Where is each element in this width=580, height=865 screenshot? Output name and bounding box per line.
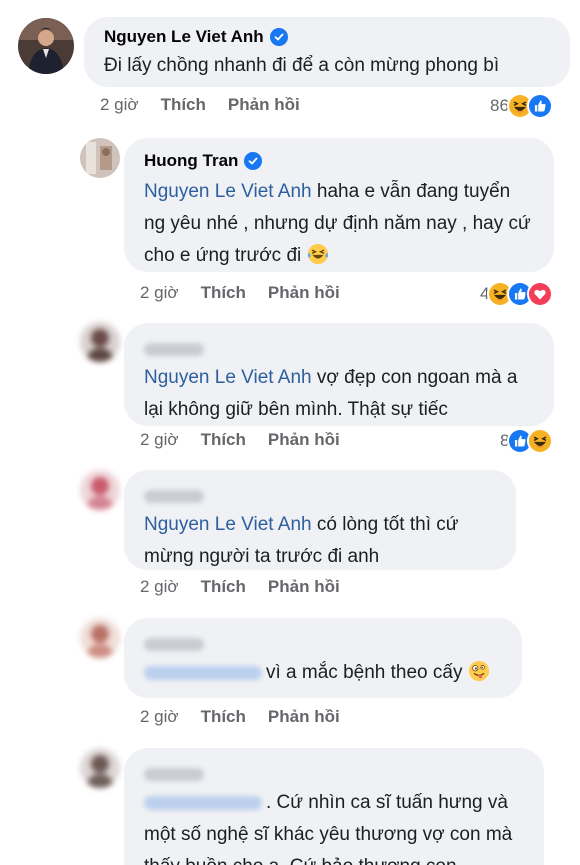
avatar[interactable]	[80, 138, 120, 178]
reply-button[interactable]: Phản hồi	[268, 577, 340, 597]
comment-text: . Cứ nhìn ca sĩ tuấn hưng và một số nghệ…	[144, 787, 524, 865]
like-icon	[526, 93, 553, 119]
author-name[interactable]: Nguyen Le Viet Anh	[104, 26, 264, 48]
haha-icon	[527, 428, 554, 454]
comment-text: Đi lấy chồng nhanh đi để a còn mừng phon…	[104, 55, 500, 76]
comment-text: Nguyen Le Viet Anh vợ đẹp con ngoan mà a…	[144, 362, 534, 426]
redacted-author-name	[144, 768, 204, 781]
comment-actions: 2 giờ Thích Phản hồi	[100, 95, 300, 115]
comment-actions: 2 giờ Thích Phản hồi	[140, 283, 340, 303]
avatar[interactable]	[80, 470, 120, 510]
comment-time[interactable]: 2 giờ	[140, 430, 179, 450]
redacted-mention	[144, 665, 262, 680]
comment-bubble: . Cứ nhìn ca sĩ tuấn hưng và một số nghệ…	[124, 748, 544, 865]
reaction-summary[interactable]: 4	[480, 281, 554, 307]
comment-time[interactable]: 2 giờ	[100, 95, 139, 115]
verified-badge-icon	[269, 28, 288, 46]
avatar[interactable]	[18, 18, 74, 74]
avatar[interactable]	[80, 322, 120, 362]
reaction-summary[interactable]: 86	[490, 93, 553, 119]
comment-actions: 2 giờ Thích Phản hồi	[140, 430, 340, 450]
zany-face-emoji	[468, 660, 490, 682]
comment-bubble: Nguyen Le Viet Anh có lòng tốt thì cứ mừ…	[124, 470, 516, 570]
redacted-author-name	[144, 343, 204, 356]
redacted-author-name	[144, 638, 204, 651]
comment-actions: 2 giờ Thích Phản hồi	[140, 707, 340, 727]
love-icon	[527, 281, 554, 307]
comment-author[interactable]: Huong Tran	[144, 150, 534, 172]
like-button[interactable]: Thích	[201, 430, 246, 450]
reply-button[interactable]: Phản hồi	[268, 283, 340, 303]
comment-bubble: Nguyen Le Viet Anh Đi lấy chồng nhanh đi…	[84, 17, 570, 87]
comment-actions: 2 giờ Thích Phản hồi	[140, 577, 340, 597]
like-button[interactable]: Thích	[201, 283, 246, 303]
comment-time[interactable]: 2 giờ	[140, 577, 179, 597]
reply-button[interactable]: Phản hồi	[268, 430, 340, 450]
comment-body: vì a mắc bệnh theo cấy	[266, 662, 463, 683]
mention-link[interactable]: Nguyen Le Viet Anh	[144, 181, 312, 202]
reply-button[interactable]: Phản hồi	[228, 95, 300, 115]
like-button[interactable]: Thích	[161, 95, 206, 115]
redacted-author-name	[144, 490, 204, 503]
verified-badge-icon	[244, 152, 263, 170]
comment-text: Nguyen Le Viet Anh haha e vẫn đang tuyển…	[144, 176, 534, 272]
reaction-summary[interactable]: 8	[500, 428, 554, 454]
comment-time[interactable]: 2 giờ	[140, 283, 179, 303]
comment-bubble: Huong Tran Nguyen Le Viet Anh haha e vẫn…	[124, 138, 554, 272]
redacted-mention	[144, 795, 262, 810]
mention-link[interactable]: Nguyen Le Viet Anh	[144, 367, 312, 388]
comment-time[interactable]: 2 giờ	[140, 707, 179, 727]
comment-author[interactable]: Nguyen Le Viet Anh	[104, 26, 550, 48]
comment-thread: Nguyen Le Viet Anh Đi lấy chồng nhanh đi…	[0, 0, 580, 865]
like-button[interactable]: Thích	[201, 577, 246, 597]
mention-link[interactable]: Nguyen Le Viet Anh	[144, 514, 312, 535]
comment-bubble: Nguyen Le Viet Anh vợ đẹp con ngoan mà a…	[124, 323, 554, 426]
author-name[interactable]: Huong Tran	[144, 150, 238, 172]
avatar[interactable]	[80, 748, 120, 788]
comment-text: vì a mắc bệnh theo cấy	[144, 657, 502, 689]
like-button[interactable]: Thích	[201, 707, 246, 727]
avatar[interactable]	[80, 618, 120, 658]
reply-button[interactable]: Phản hồi	[268, 707, 340, 727]
tears-of-joy-emoji	[307, 243, 329, 265]
comment-bubble: vì a mắc bệnh theo cấy	[124, 618, 522, 698]
comment-text: Nguyen Le Viet Anh có lòng tốt thì cứ mừ…	[144, 509, 496, 573]
